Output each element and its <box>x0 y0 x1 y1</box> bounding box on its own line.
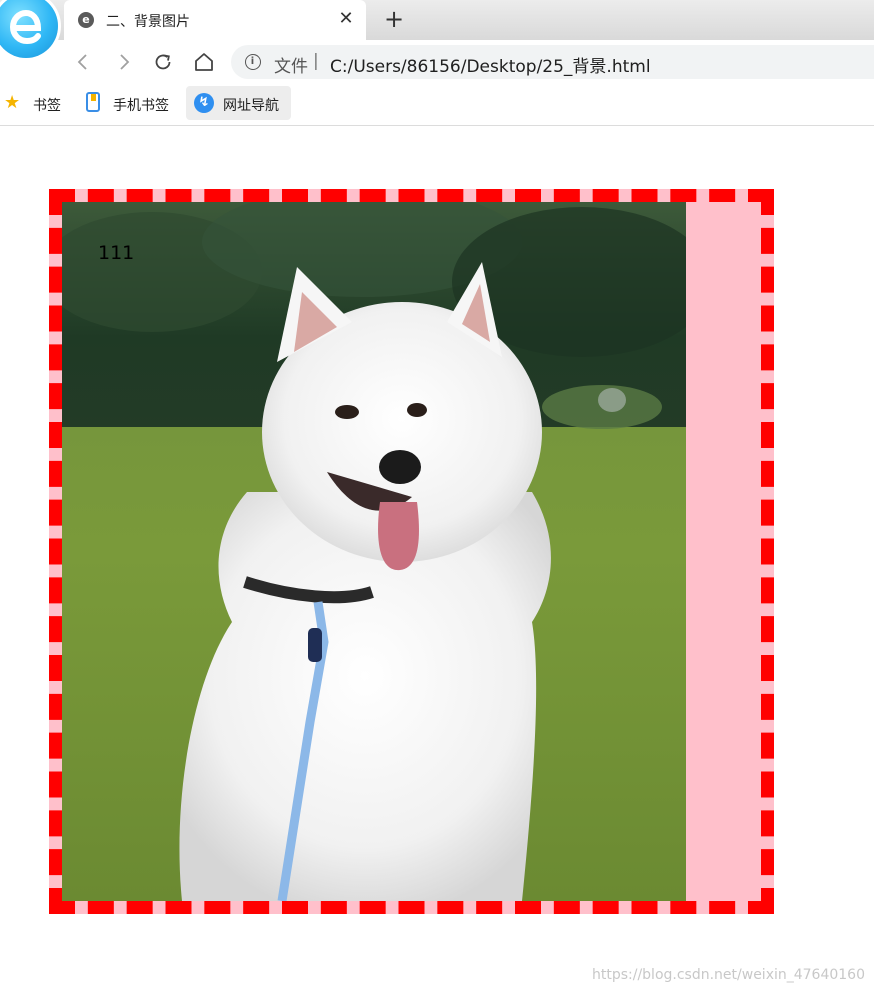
samoyed-dog-image <box>62 202 686 901</box>
background-demo-box: 111 <box>49 189 774 914</box>
watermark: https://blog.csdn.net/weixin_47640160 <box>591 967 865 983</box>
bookmark-label: 手机书签 <box>113 98 169 114</box>
reload-button[interactable] <box>151 50 175 74</box>
mobile-bookmark-icon <box>86 92 100 112</box>
home-icon <box>195 53 213 71</box>
tab-strip: e 二、背景图片 ✕ + <box>0 0 874 58</box>
back-button[interactable] <box>71 50 95 74</box>
url-text[interactable]: C:/Users/86156/Desktop/25_背景.html <box>330 52 651 77</box>
bookmark-item-mobile-bookmarks[interactable]: 手机书签 <box>82 86 178 120</box>
bookmark-label: 网址导航 <box>223 98 279 114</box>
url-separator: | <box>313 51 319 71</box>
bookmark-item-navigation[interactable]: ↯ 网址导航 <box>186 86 291 120</box>
reload-icon <box>155 54 171 70</box>
chevron-left-icon <box>77 54 87 70</box>
tab-title: 二、背景图片 <box>106 14 190 30</box>
home-button[interactable] <box>192 50 216 74</box>
bookmark-item-bookmarks[interactable]: ★ 书签 <box>2 86 66 120</box>
new-tab-button[interactable]: + <box>382 6 406 32</box>
browser-logo-icon[interactable] <box>0 0 58 58</box>
url-scheme-label: 文件 <box>274 57 308 77</box>
tab-active[interactable]: e 二、背景图片 ✕ <box>64 0 366 40</box>
toolbar: i 文件 | C:/Users/86156/Desktop/25_背景.html <box>0 40 874 84</box>
star-icon: ★ <box>4 92 21 113</box>
navigation-icon: ↯ <box>194 93 214 113</box>
info-icon[interactable]: i <box>245 54 261 70</box>
bookmark-label: 书签 <box>33 98 61 114</box>
e-browser-icon: e <box>78 12 94 28</box>
bookmarks-bar: ★ 书签 手机书签 ↯ 网址导航 <box>0 84 874 126</box>
address-bar[interactable]: i 文件 | C:/Users/86156/Desktop/25_背景.html <box>231 45 874 79</box>
chevron-right-icon <box>120 54 130 70</box>
close-tab-button[interactable]: ✕ <box>336 9 356 29</box>
box-text: 111 <box>98 242 135 264</box>
forward-button[interactable] <box>112 50 136 74</box>
